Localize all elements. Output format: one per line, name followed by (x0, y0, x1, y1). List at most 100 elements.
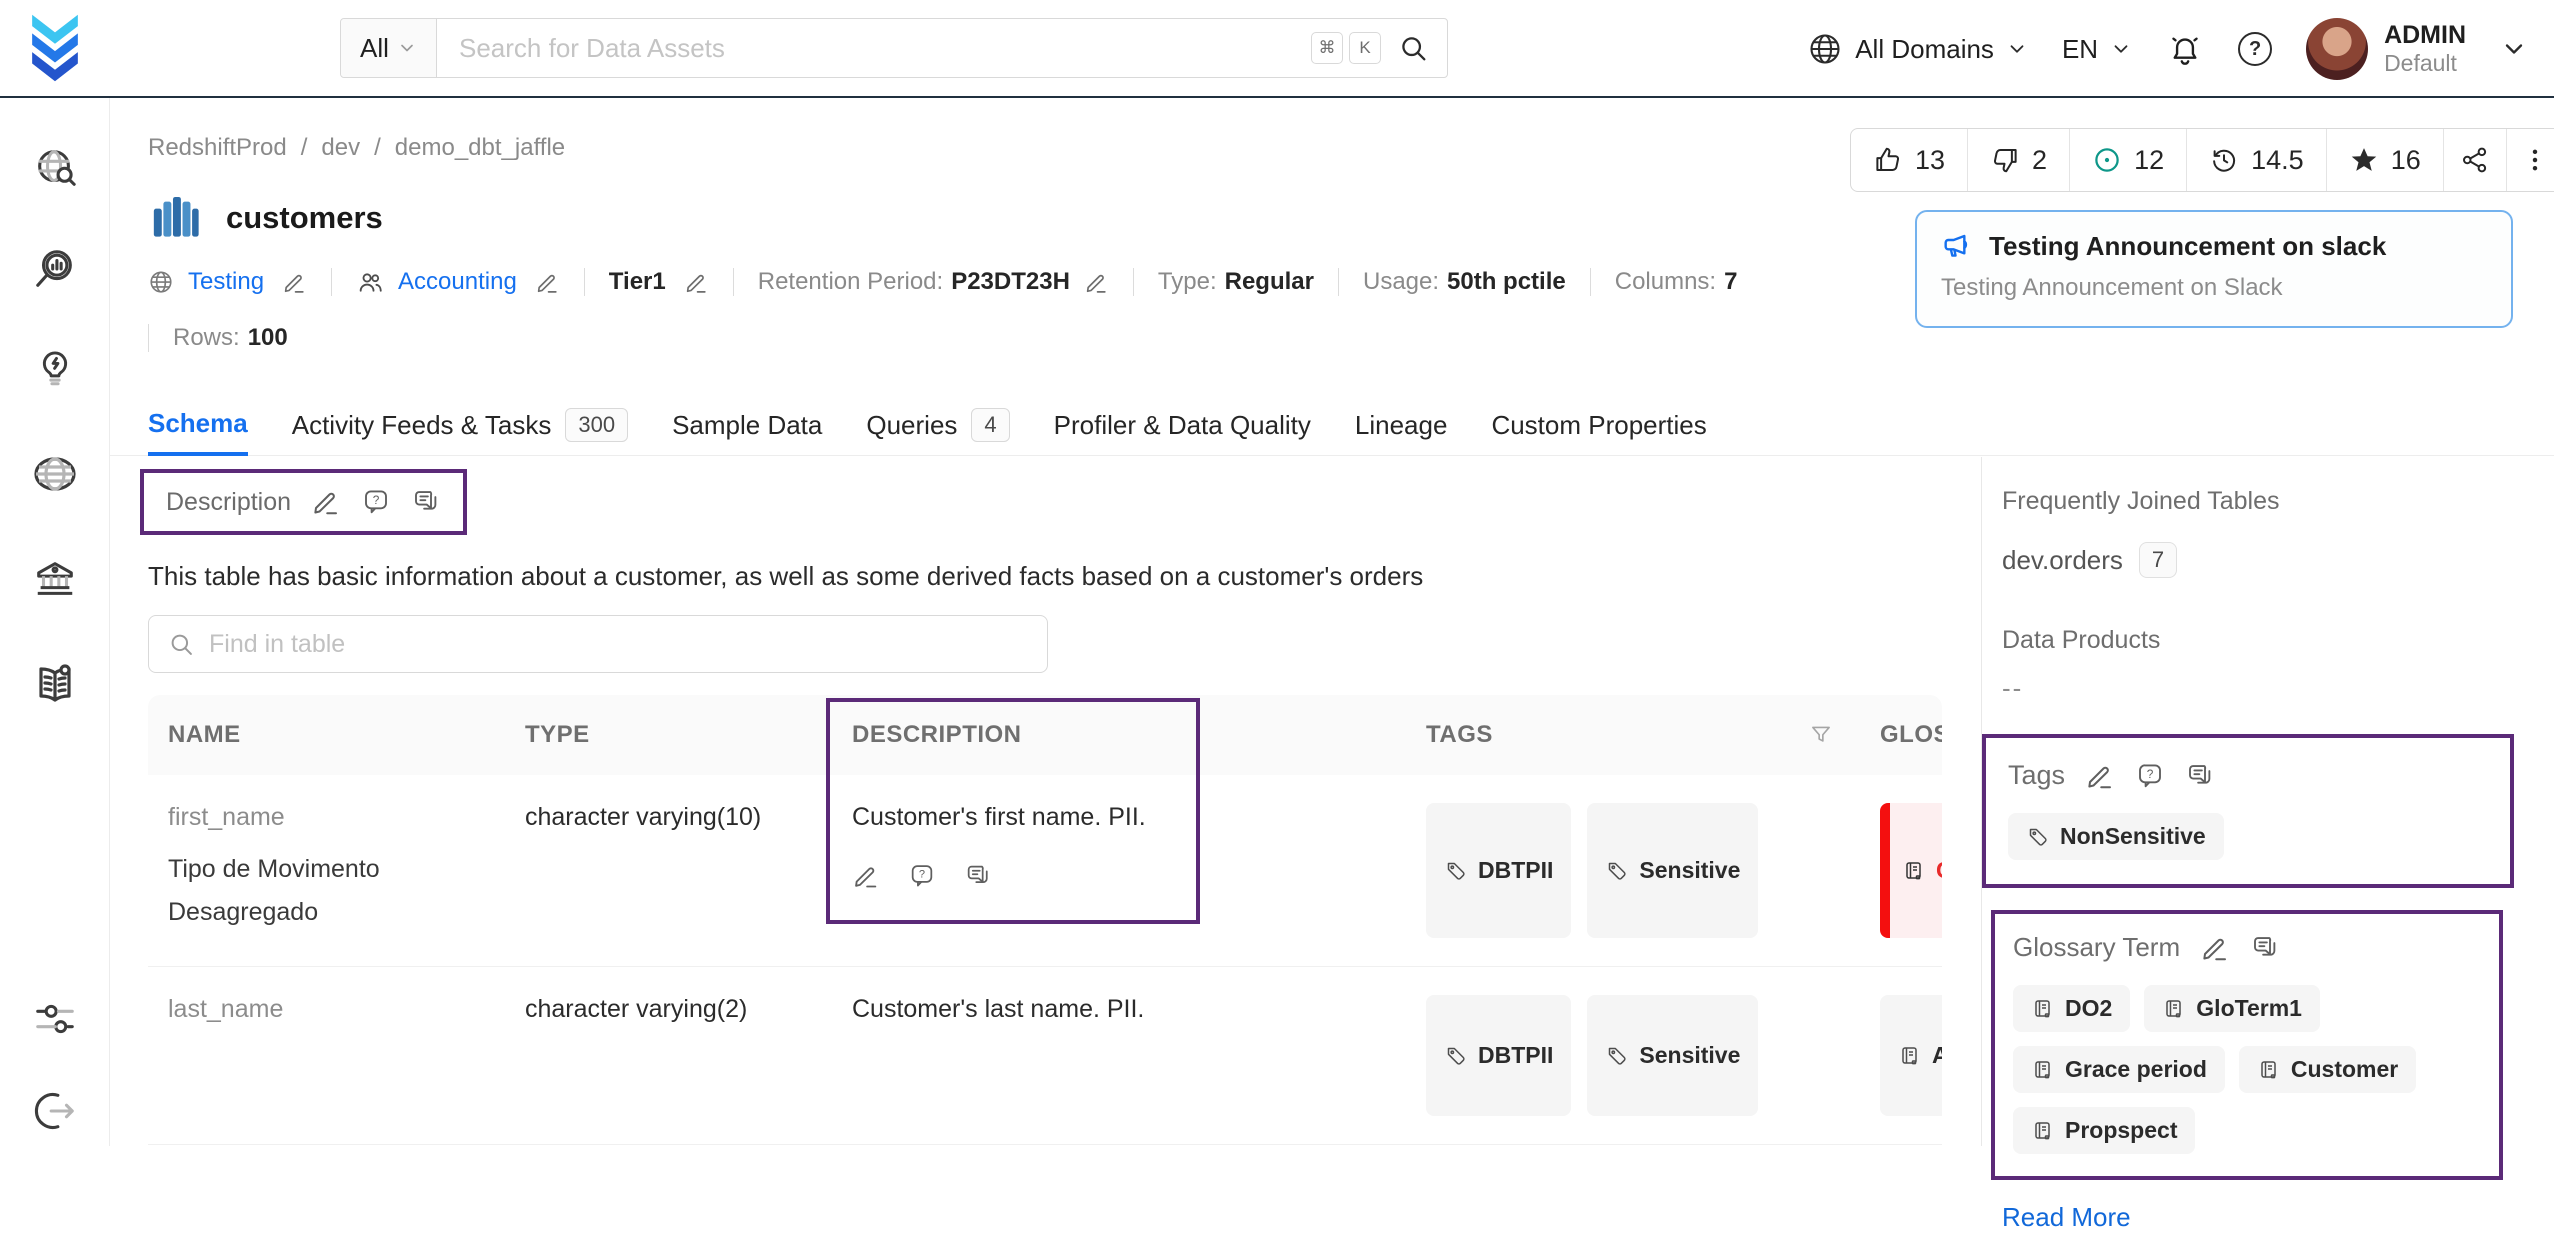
tag-chip[interactable]: DBTPII (1426, 803, 1571, 938)
open-tasks-button[interactable]: 12 (2070, 129, 2187, 191)
col-header-description[interactable]: DESCRIPTION (832, 721, 1406, 749)
glossary-term-chip[interactable]: C (1880, 803, 1942, 938)
tab-lineage[interactable]: Lineage (1355, 394, 1448, 456)
table-row[interactable]: first_name Tipo de Movimento Desagregado… (148, 775, 1942, 967)
joined-table-link[interactable]: dev.orders (2002, 545, 2123, 576)
data-products-heading: Data Products (2002, 626, 2554, 655)
column-name: first_name (168, 803, 481, 832)
share-button[interactable] (2444, 129, 2507, 191)
search-input[interactable] (437, 33, 1311, 64)
edit-tags-button[interactable] (2085, 761, 2115, 791)
explore-search-icon[interactable] (32, 146, 78, 192)
governance-bank-icon[interactable] (32, 556, 78, 602)
settings-sliders-icon[interactable] (32, 996, 78, 1042)
column-description: Customer's first name. PII. (852, 803, 1382, 832)
find-in-table-input[interactable] (209, 630, 1029, 659)
edit-owner-button[interactable] (535, 270, 560, 295)
thumbs-up-icon (1873, 145, 1903, 175)
tab-sample-data[interactable]: Sample Data (672, 394, 822, 456)
notifications-bell-icon[interactable] (2166, 30, 2204, 68)
tags-comments-icon[interactable] (2185, 761, 2215, 791)
entity-meta-row: Testing Accounting Tier1 Retention Perio… (148, 268, 1737, 296)
user-menu[interactable]: ADMIN Default (2306, 18, 2466, 80)
columns-value: 7 (1724, 268, 1737, 296)
tab-schema[interactable]: Schema (148, 394, 248, 456)
search-scope-dropdown[interactable]: All (341, 19, 437, 77)
history-clock-icon (2209, 145, 2239, 175)
glossary-book-icon[interactable] (31, 660, 79, 708)
request-description-icon[interactable]: ? (361, 487, 391, 517)
breadcrumb-schema[interactable]: demo_dbt_jaffle (395, 134, 565, 162)
col-header-glossary[interactable]: GLOS (1860, 721, 1942, 749)
tag-chip[interactable]: NonSensitive (2008, 813, 2224, 860)
observability-icon[interactable] (32, 246, 78, 292)
breadcrumb-database[interactable]: dev (321, 134, 360, 162)
downvote-button[interactable]: 2 (1968, 129, 2070, 191)
version-history-button[interactable]: 14.5 (2187, 129, 2327, 191)
edit-column-description-button[interactable] (852, 862, 880, 890)
table-row[interactable]: last_name character varying(2) Customer'… (148, 967, 1942, 1145)
edit-domain-button[interactable] (282, 270, 307, 295)
owner-link[interactable]: Accounting (398, 268, 517, 296)
domain-link[interactable]: Testing (188, 268, 264, 296)
insights-icon[interactable] (33, 346, 77, 390)
glossary-term-chip[interactable]: Grace period (2013, 1046, 2225, 1093)
open-tasks-count: 12 (2134, 145, 2164, 176)
user-menu-chevron-icon[interactable] (2500, 35, 2528, 63)
breadcrumb-service[interactable]: RedshiftProd (148, 134, 287, 162)
col-header-tags[interactable]: TAGS (1406, 721, 1860, 749)
domains-globe-icon[interactable] (31, 450, 79, 498)
more-options-button[interactable] (2507, 129, 2554, 191)
follow-button[interactable]: 16 (2327, 129, 2444, 191)
tag-chip[interactable]: Sensitive (1587, 803, 1758, 938)
find-in-table (148, 615, 1048, 673)
tab-custom-properties[interactable]: Custom Properties (1491, 394, 1706, 456)
search-icon[interactable] (1397, 32, 1429, 64)
follower-count: 16 (2391, 145, 2421, 176)
logout-icon[interactable] (32, 1088, 78, 1134)
help-icon[interactable]: ? (2238, 32, 2272, 66)
tag-chip[interactable]: DBTPII (1426, 995, 1571, 1116)
edit-tier-button[interactable] (684, 270, 709, 295)
tab-profiler[interactable]: Profiler & Data Quality (1054, 394, 1311, 456)
kebab-menu-icon (2521, 146, 2549, 174)
glossary-term-chip[interactable]: Ac (1880, 995, 1942, 1116)
type-label: Type: (1158, 268, 1217, 296)
tag-chip[interactable]: Sensitive (1587, 995, 1758, 1116)
column-name: last_name (168, 995, 481, 1024)
glossary-term-chip[interactable]: GloTerm1 (2144, 985, 2320, 1032)
tab-queries[interactable]: Queries4 (866, 394, 1009, 456)
edit-description-button[interactable] (311, 487, 341, 517)
share-icon (2460, 145, 2490, 175)
col-header-type[interactable]: TYPE (505, 721, 832, 749)
read-more-link[interactable]: Read More (2002, 1202, 2131, 1233)
search-shortcut: ⌘ K (1311, 32, 1447, 64)
page-title: customers (226, 200, 383, 236)
language-dropdown[interactable]: EN (2062, 34, 2132, 65)
edit-glossary-button[interactable] (2200, 933, 2230, 963)
user-name: ADMIN (2384, 21, 2466, 50)
glossary-comments-icon[interactable] (2250, 933, 2280, 963)
edit-retention-button[interactable] (1084, 270, 1109, 295)
svg-text:?: ? (2147, 766, 2154, 780)
announcement-banner[interactable]: Testing Announcement on slack Testing An… (1915, 210, 2513, 328)
glossary-term-chip[interactable]: Propspect (2013, 1107, 2195, 1154)
glossary-term-chip[interactable]: DO2 (2013, 985, 2130, 1032)
cmd-key: ⌘ (1311, 32, 1343, 64)
filter-funnel-icon[interactable] (1808, 722, 1834, 748)
column-comments-icon[interactable] (964, 862, 992, 890)
app-logo[interactable] (28, 14, 82, 84)
tab-activity-feeds[interactable]: Activity Feeds & Tasks300 (292, 394, 628, 456)
left-nav-sidebar (0, 98, 110, 1146)
request-column-description-icon[interactable]: ? (908, 862, 936, 890)
domains-dropdown[interactable]: All Domains (1807, 31, 2028, 67)
col-header-name[interactable]: NAME (148, 721, 505, 749)
columns-label: Columns: (1615, 268, 1716, 296)
glossary-term-chip[interactable]: Customer (2239, 1046, 2416, 1093)
owner-team-icon (356, 268, 384, 296)
upvote-button[interactable]: 13 (1851, 129, 1968, 191)
chevron-down-icon (2110, 38, 2132, 60)
joined-table-count: 7 (2139, 542, 2177, 578)
comments-icon[interactable] (411, 487, 441, 517)
request-tags-icon[interactable]: ? (2135, 761, 2165, 791)
